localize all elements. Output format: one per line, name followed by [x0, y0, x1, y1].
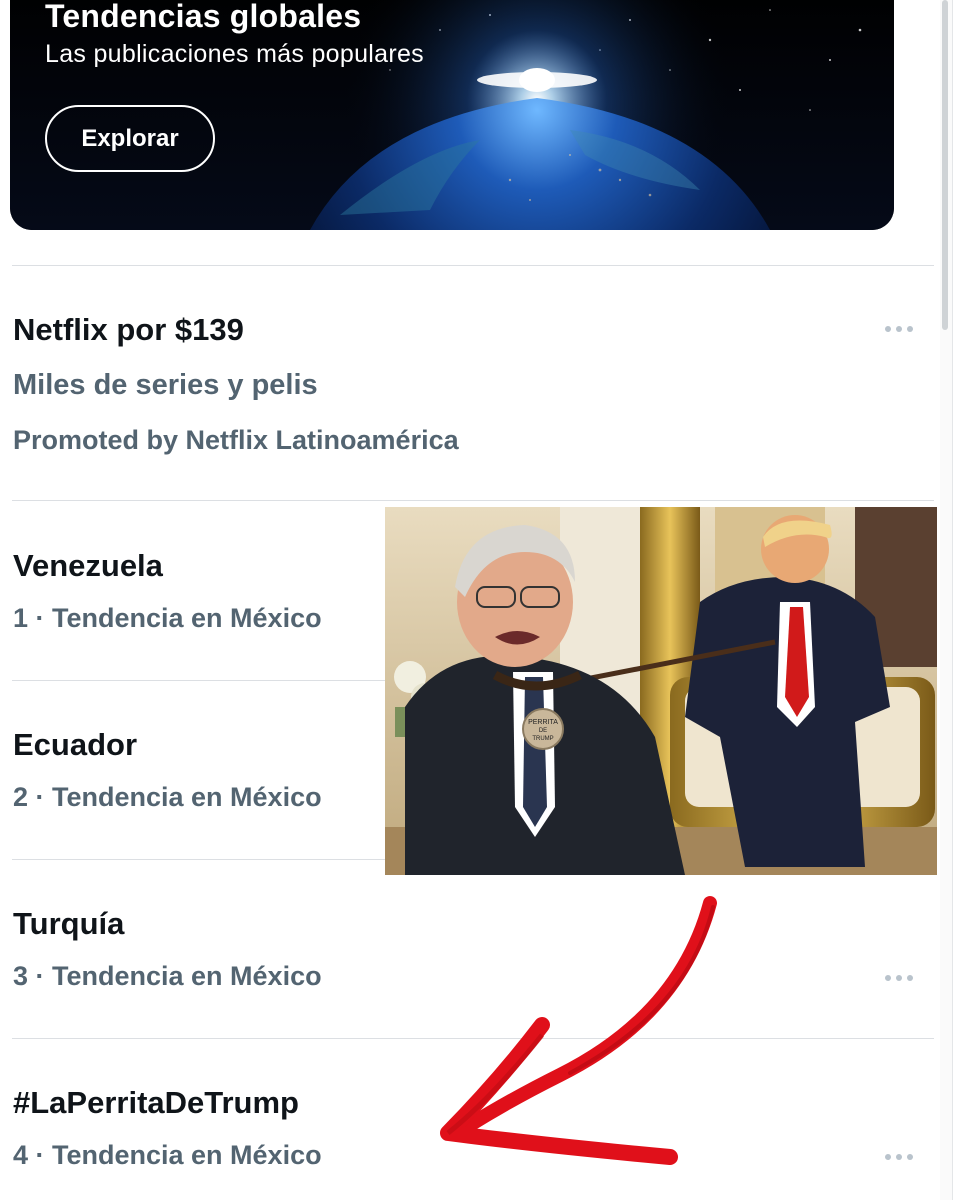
tag-text: PERRITA — [528, 719, 558, 726]
promoted-subtitle: Miles de series y pelis — [13, 369, 318, 401]
trend-title: Netflix por $139 — [13, 312, 244, 347]
more-icon[interactable] — [876, 963, 922, 993]
trend-meta: 2 · Tendencia en México — [13, 782, 322, 812]
trend-title: Ecuador — [13, 727, 138, 762]
scrollbar-thumb[interactable] — [942, 0, 948, 330]
divider — [952, 0, 953, 1200]
trend-meta: 3 · Tendencia en México — [13, 961, 322, 991]
meme-photo: PERRITA DE TRUMP — [385, 507, 937, 875]
global-trends-banner[interactable]: Tendencias globales Las publicaciones má… — [10, 0, 894, 230]
trend-meta: 4 · Tendencia en México — [13, 1140, 322, 1170]
tag-text: TRUMP — [532, 736, 553, 742]
red-arrow-annotation — [440, 896, 717, 1165]
promoted-by-label: Promoted by Netflix Latinoamérica — [13, 425, 459, 455]
trend-meta: 1 · Tendencia en México — [13, 603, 322, 633]
trend-title: Venezuela — [13, 548, 163, 583]
banner-title: Tendencias globales — [45, 0, 362, 34]
more-icon[interactable] — [876, 1142, 922, 1172]
explore-button[interactable]: Explorar — [45, 105, 215, 172]
tag-text: DE — [539, 728, 547, 734]
banner-subtitle: Las publicaciones más populares — [45, 40, 424, 68]
trend-title: Turquía — [13, 906, 125, 941]
trend-title: #LaPerritaDeTrump — [13, 1085, 299, 1120]
more-icon[interactable] — [876, 314, 922, 344]
promoted-trend-item[interactable]: Netflix por $139 Miles de series y pelis… — [0, 266, 940, 500]
